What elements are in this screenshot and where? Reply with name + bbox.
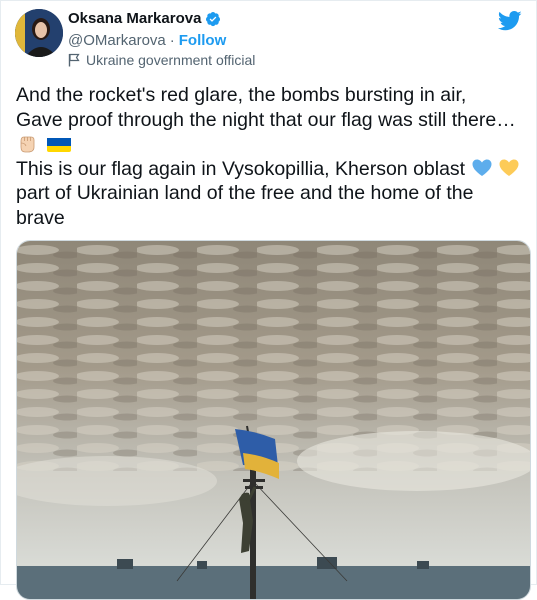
display-name[interactable]: Oksana Markarova [68, 10, 201, 27]
ukraine-flag-emoji [47, 136, 72, 152]
tweet-line: This is our flag again in Vysokopillia, … [16, 157, 531, 182]
tweet-line: Gave proof through the night that our fl… [16, 108, 516, 131]
handle[interactable]: @OMarkarova [68, 32, 166, 49]
raised-fist-emoji [20, 136, 35, 153]
blue-heart-emoji [472, 159, 492, 176]
follow-button[interactable]: Follow [179, 32, 227, 49]
separator: · [169, 32, 175, 49]
yellow-heart-emoji [499, 159, 519, 176]
tweet-line: And the rocket's red glare, the bombs bu… [16, 84, 467, 106]
tweet-text: And the rocket's red glare, the bombs bu… [16, 83, 531, 230]
tweet-line: brave [16, 206, 65, 229]
avatar[interactable] [15, 9, 63, 57]
verified-icon [206, 11, 221, 26]
tweet-line: part of Ukrainian land of the free and t… [16, 182, 474, 204]
tweet-photo[interactable] [16, 240, 531, 600]
twitter-bird-icon[interactable] [498, 11, 522, 31]
affiliation-label: Ukraine government official [86, 52, 256, 68]
tweet-card[interactable]: Oksana Markarova @OMarkarova · Follow Uk… [0, 0, 537, 600]
tweet-line-text: This is our flag again in Vysokopillia, … [16, 157, 466, 180]
emoji-line [16, 132, 531, 157]
government-flag-icon [68, 53, 80, 67]
